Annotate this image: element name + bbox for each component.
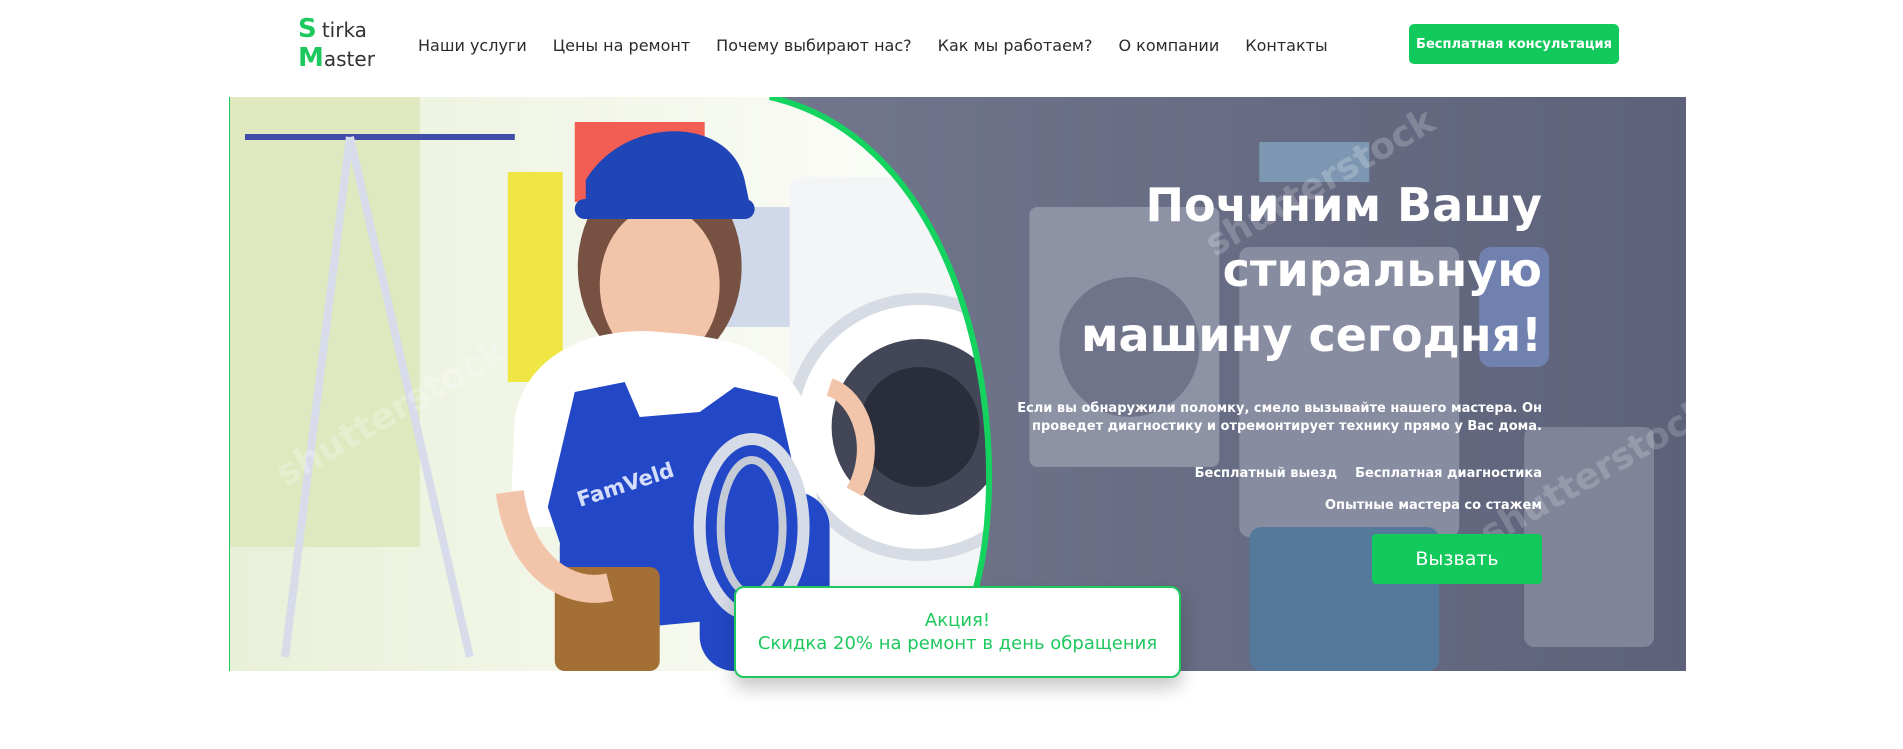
logo-letter-s: S xyxy=(298,14,317,44)
logo-word-tirka: tirka xyxy=(321,18,367,42)
hero-description-line1: Если вы обнаружили поломку, смело вызыва… xyxy=(1017,401,1542,416)
logo[interactable]: S tirka Master xyxy=(298,14,388,74)
feature-free-diagnostics: Бесплатная диагностика xyxy=(1355,466,1542,481)
logo-word-aster: aster xyxy=(323,47,375,71)
nav-item-contacts[interactable]: Контакты xyxy=(1245,36,1327,55)
feature-experienced-masters: Опытные мастера со стажем xyxy=(1324,498,1542,513)
hero-title: Починим Вашу стиральную машину сегодня! xyxy=(982,173,1542,368)
hero-title-line2: стиральную xyxy=(1222,243,1542,297)
nav-item-services[interactable]: Наши услуги xyxy=(418,36,527,55)
hero-features: Бесплатный выезд Бесплатная диагностика О… xyxy=(982,458,1542,522)
nav-item-why-us[interactable]: Почему выбирают нас? xyxy=(716,36,911,55)
hero-copy: Починим Вашу стиральную машину сегодня! … xyxy=(982,173,1542,522)
hero-title-line3: машину сегодня! xyxy=(1080,308,1542,362)
promo-title: Акция! xyxy=(924,610,991,631)
feature-free-visit: Бесплатный выезд xyxy=(1194,466,1338,481)
free-consultation-button[interactable]: Бесплатная консультация xyxy=(1409,24,1619,64)
nav-item-prices[interactable]: Цены на ремонт xyxy=(553,36,690,55)
hero-banner: FamVeld shutterstock shutterstock shutte… xyxy=(229,97,1686,671)
site-header: S tirka Master Наши услуги Цены на ремон… xyxy=(0,0,1903,90)
nav-item-how-we-work[interactable]: Как мы работаем? xyxy=(938,36,1093,55)
promo-text: Скидка 20% на ремонт в день обращения xyxy=(757,633,1158,654)
promo-card: Акция! Скидка 20% на ремонт в день обращ… xyxy=(734,586,1181,678)
hero-description: Если вы обнаружили поломку, смело вызыва… xyxy=(1002,400,1542,436)
hero-description-line2: проведет диагностику и отремонтирует тех… xyxy=(1031,419,1542,434)
logo-letter-m: M xyxy=(298,43,324,73)
main-nav: Наши услуги Цены на ремонт Почему выбира… xyxy=(418,30,1328,60)
hero-title-line1: Починим Вашу xyxy=(1145,178,1542,232)
call-master-button[interactable]: Вызвать xyxy=(1372,534,1542,584)
nav-item-about[interactable]: О компании xyxy=(1119,36,1220,55)
